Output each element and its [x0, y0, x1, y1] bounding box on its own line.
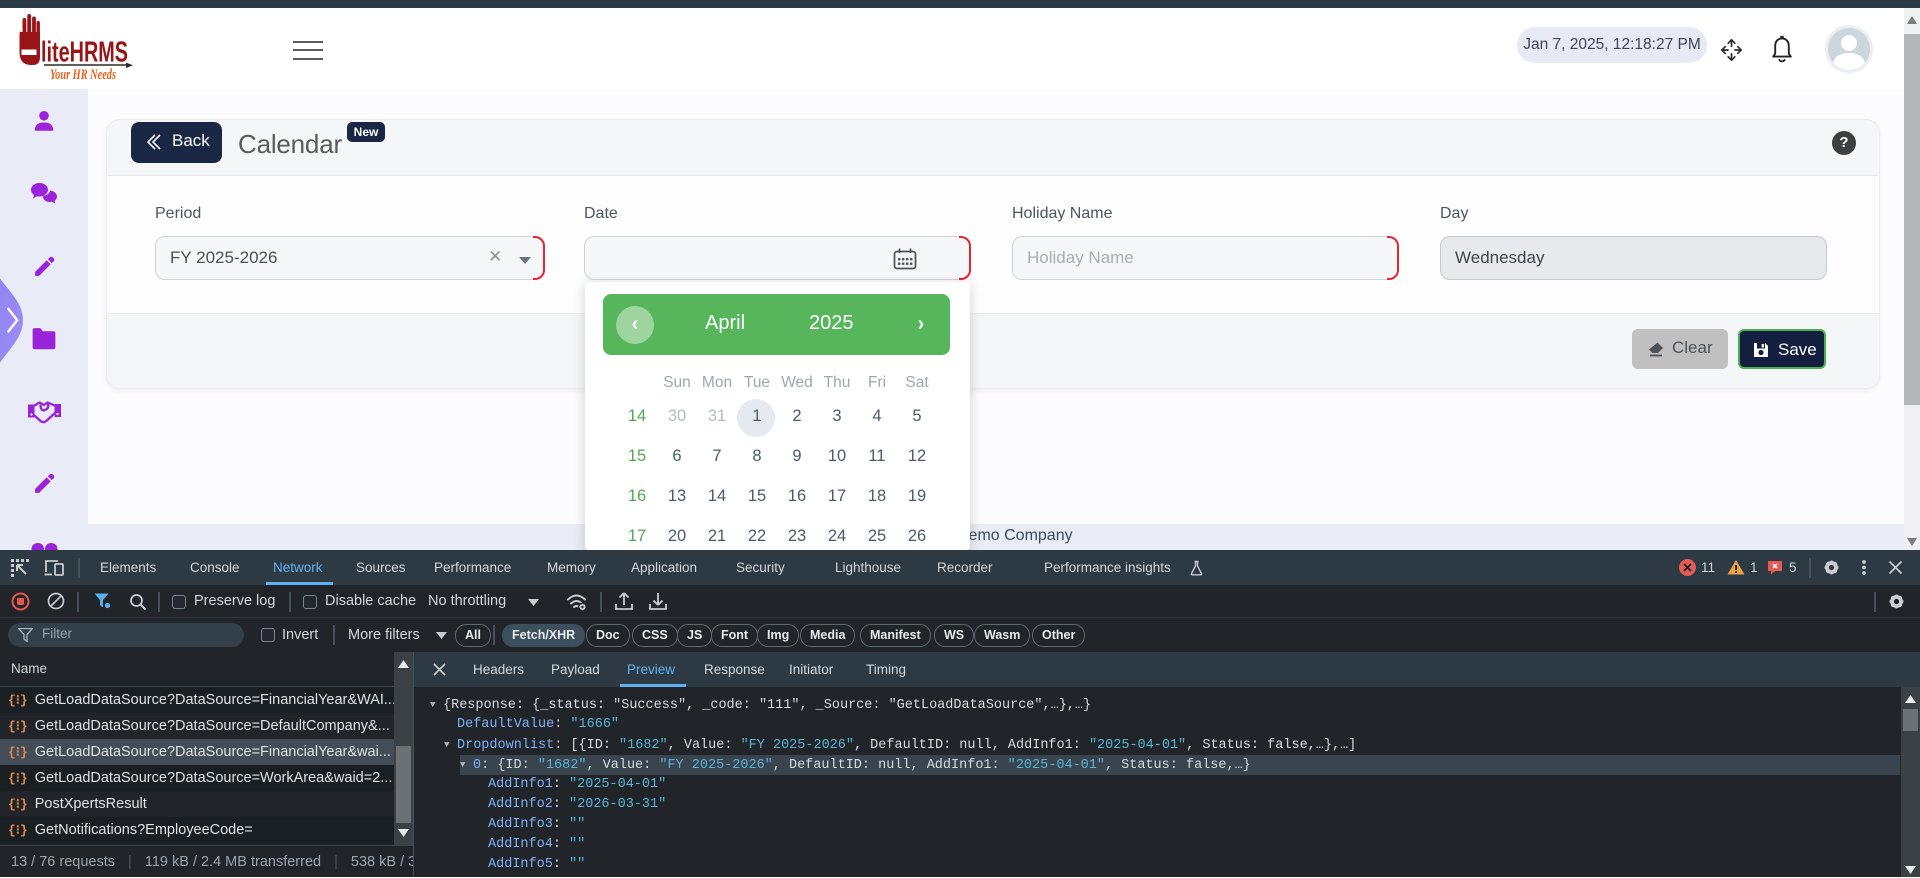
- svg-text:Your HR Needs: Your HR Needs: [50, 67, 116, 83]
- svg-text:liteHRMS: liteHRMS: [41, 37, 128, 69]
